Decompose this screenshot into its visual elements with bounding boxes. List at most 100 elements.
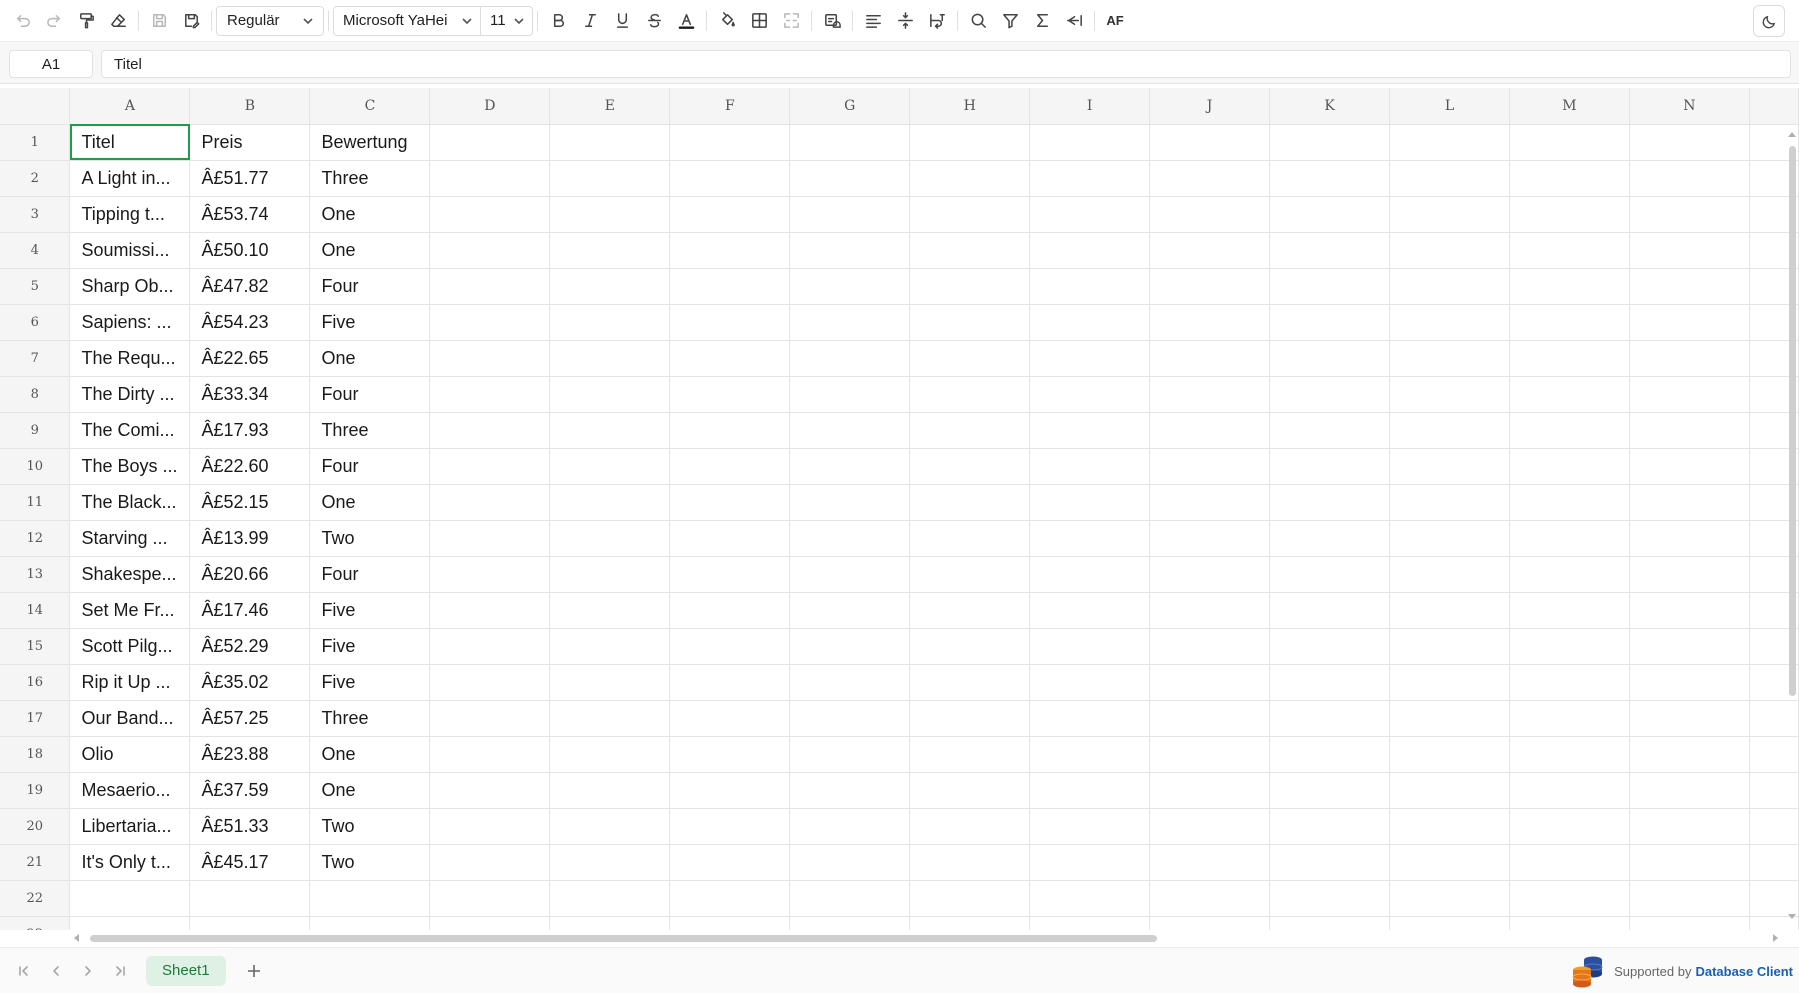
cell[interactable]: [429, 268, 551, 305]
cell[interactable]: [1269, 736, 1391, 773]
cell[interactable]: [1509, 376, 1630, 413]
row-header[interactable]: 16: [0, 664, 71, 701]
filter-icon[interactable]: [994, 5, 1026, 37]
cell[interactable]: [1389, 412, 1510, 449]
cell[interactable]: [69, 880, 191, 917]
cell[interactable]: [1509, 268, 1630, 305]
format-painter-icon[interactable]: [70, 5, 102, 37]
cell[interactable]: [189, 916, 311, 930]
cell[interactable]: Olio: [69, 736, 191, 773]
cell[interactable]: [909, 916, 1031, 930]
cell[interactable]: [1269, 304, 1391, 341]
cell[interactable]: [1509, 916, 1630, 930]
column-header-f[interactable]: F: [669, 88, 791, 125]
cell[interactable]: Â£13.99: [189, 520, 311, 557]
cell[interactable]: [909, 628, 1031, 665]
save-as-icon[interactable]: [175, 5, 207, 37]
style-select[interactable]: Regulär: [216, 5, 324, 36]
cell[interactable]: [549, 484, 671, 521]
cell[interactable]: [189, 880, 311, 917]
cell[interactable]: [1389, 268, 1510, 305]
cell[interactable]: [1509, 736, 1630, 773]
cell[interactable]: [1629, 196, 1750, 233]
cell[interactable]: [1509, 700, 1630, 737]
cell[interactable]: [669, 556, 791, 593]
column-header-m[interactable]: M: [1509, 88, 1630, 125]
cell[interactable]: [1269, 916, 1391, 930]
cell[interactable]: [669, 376, 791, 413]
cell[interactable]: [1269, 160, 1391, 197]
row-header[interactable]: 21: [0, 844, 71, 881]
column-header-k[interactable]: K: [1269, 88, 1391, 125]
cell[interactable]: [1509, 592, 1630, 629]
cell[interactable]: Â£35.02: [189, 664, 311, 701]
vertical-align-icon[interactable]: [889, 5, 921, 37]
cell[interactable]: [549, 124, 671, 161]
cell[interactable]: [1629, 808, 1750, 845]
cell[interactable]: Preis: [189, 124, 311, 161]
column-header-e[interactable]: E: [549, 88, 671, 125]
cell[interactable]: [669, 124, 791, 161]
cell[interactable]: [1389, 196, 1510, 233]
cell[interactable]: [1389, 700, 1510, 737]
cell[interactable]: [1629, 736, 1750, 773]
cell[interactable]: [909, 520, 1031, 557]
cell[interactable]: [1629, 664, 1750, 701]
column-header-g[interactable]: G: [789, 88, 911, 125]
row-header[interactable]: 20: [0, 808, 71, 845]
cell[interactable]: Â£20.66: [189, 556, 311, 593]
cell[interactable]: [1149, 844, 1271, 881]
cell[interactable]: [1389, 232, 1510, 269]
cell[interactable]: [1509, 340, 1630, 377]
cell[interactable]: [1149, 268, 1271, 305]
cell[interactable]: [909, 736, 1031, 773]
cell[interactable]: One: [309, 232, 431, 269]
cell[interactable]: Â£47.82: [189, 268, 311, 305]
row-header[interactable]: 23: [0, 916, 71, 930]
cell[interactable]: [1389, 304, 1510, 341]
cell[interactable]: The Dirty ...: [69, 376, 191, 413]
cell[interactable]: [1509, 484, 1630, 521]
cell[interactable]: Rip it Up ...: [69, 664, 191, 701]
cell[interactable]: [429, 124, 551, 161]
cell[interactable]: [1269, 844, 1391, 881]
wrap-text-icon[interactable]: [921, 5, 953, 37]
cell[interactable]: [1029, 880, 1151, 917]
cell[interactable]: [1269, 268, 1391, 305]
cell[interactable]: [1389, 736, 1510, 773]
cell[interactable]: [1269, 412, 1391, 449]
cell[interactable]: [1629, 124, 1750, 161]
row-header[interactable]: 14: [0, 592, 71, 629]
cell[interactable]: [549, 556, 671, 593]
cell[interactable]: [1269, 448, 1391, 485]
cell[interactable]: [669, 484, 791, 521]
cell[interactable]: [909, 844, 1031, 881]
cell[interactable]: [1149, 304, 1271, 341]
cell[interactable]: [789, 268, 911, 305]
cell[interactable]: Â£45.17: [189, 844, 311, 881]
cell[interactable]: Â£51.77: [189, 160, 311, 197]
cell[interactable]: [549, 736, 671, 773]
prev-sheet-icon[interactable]: [40, 955, 72, 987]
cell[interactable]: [1269, 556, 1391, 593]
cell[interactable]: [69, 916, 191, 930]
row-header[interactable]: 5: [0, 268, 71, 305]
cell[interactable]: [1389, 556, 1510, 593]
cell[interactable]: [1149, 196, 1271, 233]
redo-icon[interactable]: [38, 5, 70, 37]
cell[interactable]: [429, 628, 551, 665]
cell[interactable]: [1149, 412, 1271, 449]
cell[interactable]: Two: [309, 520, 431, 557]
cell[interactable]: [1029, 124, 1151, 161]
cell[interactable]: [1029, 376, 1151, 413]
cell[interactable]: [669, 412, 791, 449]
cell[interactable]: [429, 844, 551, 881]
sheet-tab-sheet1[interactable]: Sheet1: [146, 955, 226, 986]
cell[interactable]: [1029, 916, 1151, 930]
cell[interactable]: [1029, 808, 1151, 845]
cell[interactable]: [669, 592, 791, 629]
cell[interactable]: [1029, 304, 1151, 341]
cell[interactable]: [1029, 556, 1151, 593]
cell[interactable]: [789, 700, 911, 737]
row-header[interactable]: 4: [0, 232, 71, 269]
